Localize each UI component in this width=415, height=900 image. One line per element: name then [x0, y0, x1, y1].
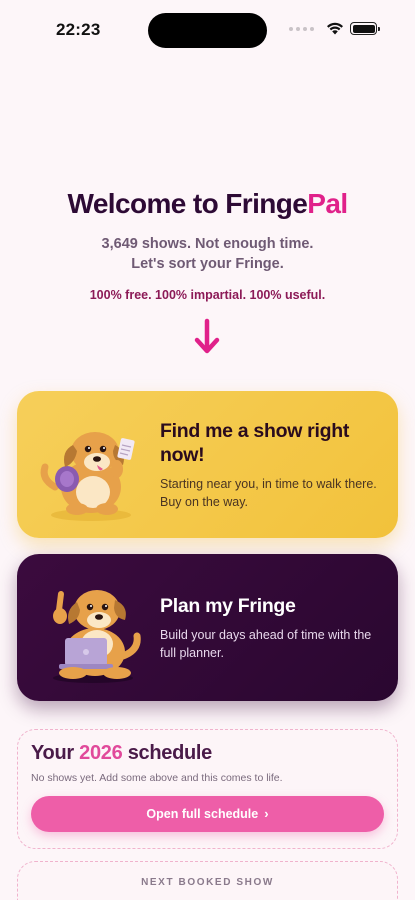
chevron-right-icon: ›	[264, 806, 269, 821]
status-icons	[289, 22, 380, 35]
signal-dots-icon	[289, 26, 314, 31]
plan-card-description: Build your days ahead of time with the f…	[160, 628, 372, 660]
open-schedule-button[interactable]: Open full schedule ›	[31, 796, 384, 832]
open-schedule-label: Open full schedule	[146, 807, 259, 821]
schedule-title: Your 2026 schedule	[31, 742, 212, 765]
title-accent: Pal	[307, 188, 348, 219]
schedule-year: 2026	[79, 742, 123, 764]
wifi-icon	[327, 22, 343, 35]
promise-text: 100% free. 100% impartial. 100% useful.	[89, 288, 326, 302]
find-card-description: Starting near you, in time to walk there…	[160, 477, 377, 509]
plan-card-text: Plan my Fringe Build your days ahead of …	[160, 594, 380, 662]
status-time: 22:23	[56, 20, 101, 39]
page-title: Welcome to FringePal	[0, 188, 415, 220]
battery-level	[352, 24, 375, 33]
schedule-panel: Your 2026 schedule No shows yet. Add som…	[17, 729, 398, 849]
next-booked-show-label: NEXT BOOKED SHOW	[141, 877, 274, 888]
find-card-text: Find me a show right now! Starting near …	[160, 419, 380, 511]
next-booked-show-panel: NEXT BOOKED SHOW	[17, 861, 398, 900]
plan-fringe-card[interactable]: Plan my Fringe Build your days ahead of …	[17, 554, 398, 701]
dog-backpack-illustration	[40, 432, 135, 521]
dynamic-island	[148, 13, 267, 48]
plan-card-title: Plan my Fringe	[160, 595, 296, 617]
schedule-title-suffix: schedule	[127, 742, 213, 764]
schedule-title-prefix: Your	[31, 742, 74, 764]
dog-laptop-illustration	[53, 590, 141, 683]
tagline-line-2: Let's sort your Fringe.	[131, 256, 284, 272]
find-card-title: Find me a show right now!	[160, 420, 350, 466]
arrow-down-icon	[194, 318, 220, 354]
status-bar: 22:23	[0, 0, 415, 60]
battery-icon	[350, 22, 380, 35]
tagline-line-1: 3,649 shows. Not enough time.	[101, 236, 314, 252]
title-main: Welcome to Fringe	[67, 188, 308, 219]
tagline: 3,649 shows. Not enough time. Let's sort…	[0, 234, 415, 274]
welcome-hero: Welcome to FringePal 3,649 shows. Not en…	[0, 188, 415, 302]
schedule-subtitle: No shows yet. Add some above and this co…	[31, 772, 283, 784]
find-show-card[interactable]: Find me a show right now! Starting near …	[17, 391, 398, 538]
